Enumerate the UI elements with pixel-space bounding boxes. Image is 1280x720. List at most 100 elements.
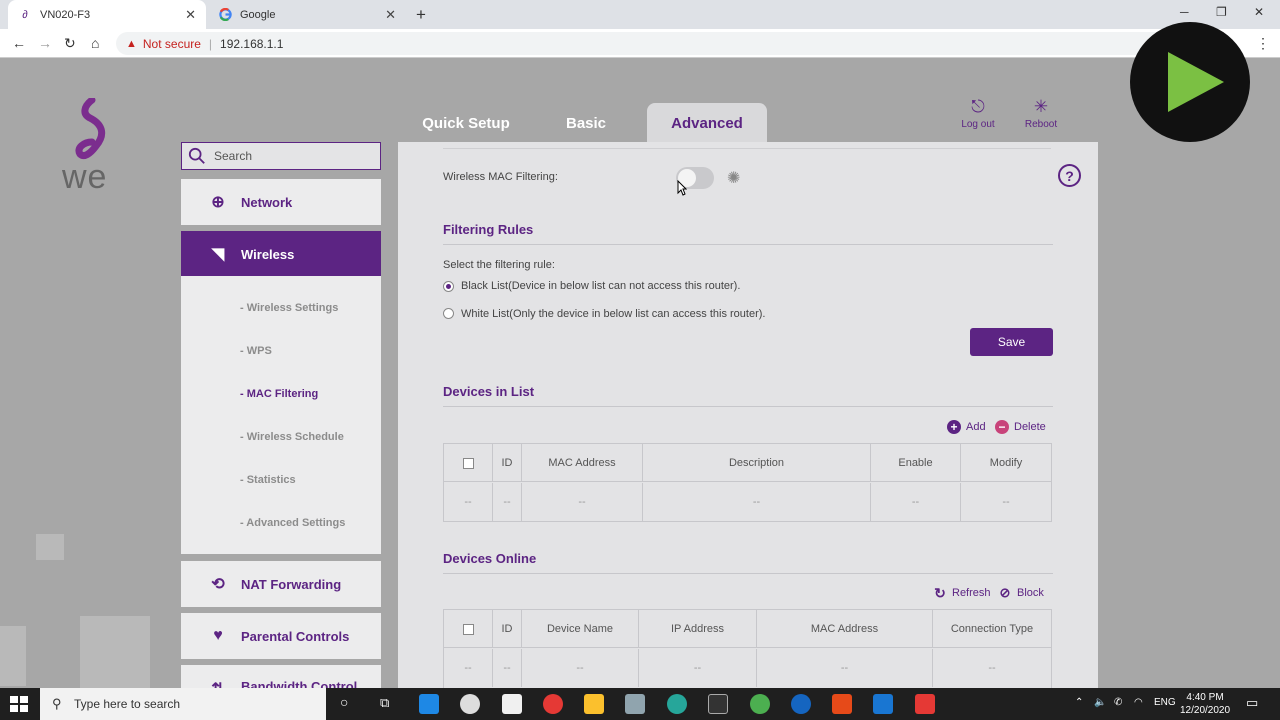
new-tab-icon[interactable]: + [416, 5, 426, 25]
table-cell: -- [493, 649, 522, 687]
block-button[interactable]: ⊘ Block [998, 585, 1044, 600]
mail-app-icon[interactable] [419, 694, 439, 714]
video-play-overlay-button[interactable] [1130, 22, 1250, 142]
task-view-icon[interactable]: ⧉ [380, 695, 389, 711]
search-input[interactable]: Search [181, 142, 381, 170]
table-row: -- -- -- -- -- -- [444, 649, 1051, 687]
minus-icon: − [995, 420, 1009, 434]
subitem-wireless-settings[interactable]: - Wireless Settings [240, 302, 338, 314]
network-icon[interactable]: ◠ [1134, 697, 1143, 708]
video-editor-app-icon[interactable] [708, 694, 728, 714]
close-tab-icon[interactable]: ✕ [385, 7, 396, 23]
taskbar-search-input[interactable]: ⚲ Type here to search [40, 688, 326, 720]
reboot-button[interactable]: ✳ Reboot [1016, 97, 1066, 130]
notifications-icon[interactable]: ▭ [1246, 695, 1258, 711]
warning-icon: ▲ [126, 37, 137, 50]
table-cell: -- [871, 483, 961, 521]
browser-tab-router[interactable]: ∂ VN020-F3 ✕ [8, 0, 206, 29]
divider [443, 148, 1051, 149]
security-label: Not secure [142, 36, 201, 51]
globe-icon: ⊕ [211, 194, 225, 211]
taskbar-clock[interactable]: 4:40 PM 12/20/2020 [1180, 691, 1230, 717]
cortana-icon[interactable]: ○ [340, 694, 348, 710]
calculator-app-icon[interactable] [625, 694, 645, 714]
subitem-advanced-settings[interactable]: - Advanced Settings [240, 517, 345, 529]
add-label: Add [966, 421, 986, 433]
help-icon[interactable]: ? [1058, 164, 1081, 187]
mac-filter-label: Wireless MAC Filtering: [443, 171, 558, 183]
table-cell: -- [444, 649, 493, 687]
svg-text:we: we [62, 158, 107, 193]
table-cell: -- [988, 662, 996, 674]
white-list-radio[interactable] [443, 308, 454, 319]
black-list-radio[interactable] [443, 281, 454, 292]
language-indicator[interactable]: ENG [1154, 697, 1176, 708]
refresh-label: Refresh [952, 587, 991, 599]
volume-icon[interactable]: 🔈 [1094, 697, 1106, 708]
store-app-icon[interactable] [502, 694, 522, 714]
divider [443, 406, 1053, 407]
subitem-statistics[interactable]: - Statistics [240, 474, 296, 486]
clock-time: 4:40 PM [1186, 692, 1224, 703]
bg-decoration [80, 616, 150, 688]
reboot-icon: ✳ [1033, 97, 1049, 116]
refresh-button[interactable]: ↻ Refresh [933, 585, 991, 601]
sidebar-item-bandwidth-control[interactable]: ⇅ Bandwidth Control [181, 665, 381, 688]
back-icon[interactable]: ← [12, 35, 26, 51]
url-text: 192.168.1.1 [220, 36, 284, 51]
tab-basic[interactable]: Basic [527, 103, 645, 143]
screen-recorder-app-icon[interactable] [915, 694, 935, 714]
browser-menu-icon[interactable]: ⋮ [1256, 35, 1270, 52]
tab-quick-setup[interactable]: Quick Setup [407, 103, 525, 143]
column-header: MAC Address [757, 610, 933, 648]
sidebar-item-nat-forwarding[interactable]: ⟲ NAT Forwarding [181, 561, 381, 607]
tray-chevron-icon[interactable]: ⌃ [1075, 697, 1083, 708]
close-tab-icon[interactable]: ✕ [185, 7, 196, 23]
sidebar-item-label: Wireless [241, 246, 295, 262]
reload-icon[interactable]: ↻ [64, 35, 76, 52]
edge-app-icon[interactable] [667, 694, 687, 714]
select-all-checkbox[interactable] [462, 623, 474, 635]
clock-app-icon[interactable] [460, 694, 480, 714]
plus-icon: + [947, 420, 961, 434]
sidebar-item-label: NAT Forwarding [241, 576, 342, 592]
windows-start-icon[interactable] [10, 696, 28, 712]
sidebar-item-label: Parental Controls [241, 628, 350, 644]
file-explorer-icon[interactable] [584, 694, 604, 714]
logout-label: Log out [961, 119, 995, 130]
input-method-icon[interactable]: ✆ [1114, 697, 1122, 708]
delete-button[interactable]: − Delete [995, 420, 1046, 434]
opera-app-icon[interactable] [543, 694, 563, 714]
todo-app-icon[interactable] [873, 694, 893, 714]
subitem-mac-filtering[interactable]: - MAC Filtering [240, 388, 318, 400]
sidebar-item-parental-controls[interactable]: ♥ Parental Controls [181, 613, 381, 659]
column-header: Description [643, 444, 871, 482]
logout-button[interactable]: ⎋ Log out [953, 97, 1003, 130]
table-cell: -- [493, 483, 522, 521]
table-cell: -- [444, 483, 493, 521]
save-button[interactable]: Save [970, 328, 1053, 356]
google-favicon-icon [218, 8, 232, 22]
sidebar-item-label: Network [241, 194, 293, 210]
search-icon: ⚲ [52, 696, 62, 711]
table-row: -- -- -- -- -- -- [444, 483, 1051, 521]
subitem-wps[interactable]: - WPS [240, 345, 272, 357]
table-header-row: ID Device Name IP Address MAC Address Co… [444, 610, 1051, 648]
sidebar-item-network[interactable]: ⊕ Network [181, 179, 381, 225]
select-all-checkbox[interactable] [462, 457, 474, 469]
sidebar-item-wireless[interactable]: ◥ Wireless [181, 231, 381, 277]
add-button[interactable]: + Add [947, 420, 986, 434]
home-icon[interactable]: ⌂ [91, 35, 99, 51]
close-window-icon[interactable]: ✕ [1254, 5, 1264, 19]
vpn-app-icon[interactable] [791, 694, 811, 714]
tab-advanced[interactable]: Advanced [647, 103, 767, 143]
office-app-icon[interactable] [832, 694, 852, 714]
url-field[interactable]: ▲ Not secure | 192.168.1.1 [116, 32, 1176, 55]
restore-icon[interactable]: ❐ [1216, 5, 1227, 19]
select-all-cell [444, 610, 493, 648]
minimize-icon[interactable]: ─ [1180, 5, 1189, 19]
subitem-wireless-schedule[interactable]: - Wireless Schedule [240, 431, 344, 443]
browser-tab-google[interactable]: Google ✕ [208, 0, 406, 29]
chrome-app-icon[interactable] [750, 694, 770, 714]
forward-icon[interactable]: → [38, 35, 52, 51]
